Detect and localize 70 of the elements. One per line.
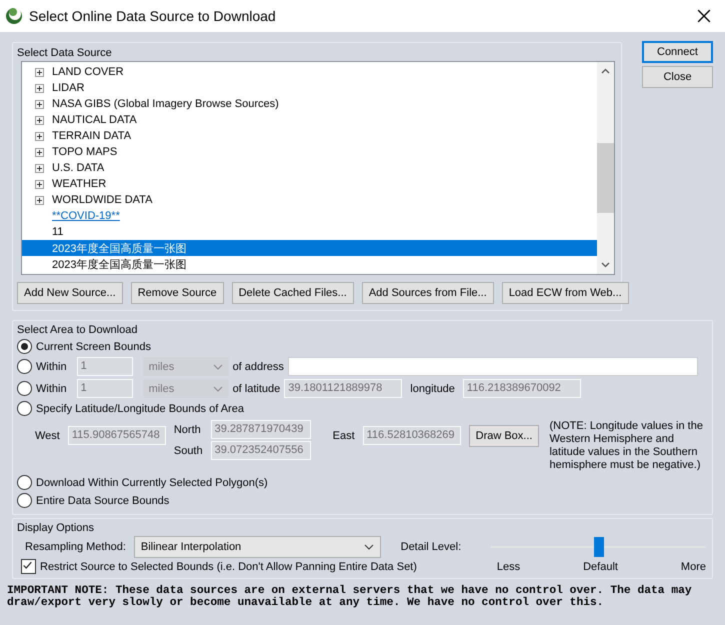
- list-item[interactable]: LAND COVER: [22, 64, 597, 80]
- action-button[interactable]: Load ECW from Web...: [502, 282, 629, 304]
- caret-icon: [364, 544, 374, 550]
- slider-thumb[interactable]: [594, 537, 604, 557]
- field-label: Detail Level:: [400, 541, 462, 553]
- expand-icon: [35, 164, 44, 172]
- scrollbar[interactable]: [597, 62, 614, 274]
- detail-slider[interactable]: [491, 537, 706, 557]
- note-text: (NOTE: Longitude values in the Western Hemisphere and latitude values in the Southern hemisphere must be negative.): [549, 420, 704, 472]
- scroll-down-icon: [601, 262, 610, 268]
- list-item[interactable]: U.S. DATA: [22, 160, 597, 176]
- option-label: Within: [36, 360, 67, 372]
- action-button[interactable]: Remove Source: [130, 282, 224, 304]
- list-item[interactable]: 11: [22, 224, 597, 240]
- important-note: IMPORTANT NOTE: These data sources are on external servers that we have no control over. The data may draw/export very slowly or become unavailable at any time. We have no control over this.: [7, 585, 693, 609]
- field-label: Resampling Method:: [25, 541, 126, 553]
- field-label: South: [174, 444, 203, 456]
- list-item[interactable]: TERRAIN DATA: [22, 128, 597, 144]
- resampling-dropdown[interactable]: Bilinear Interpolation: [134, 536, 381, 558]
- expand-icon: [35, 116, 44, 124]
- scroll-up-icon: [601, 68, 610, 74]
- slider-tick-label: Default: [583, 560, 618, 572]
- option-label: Current Screen Bounds: [36, 340, 151, 352]
- option-label: Entire Data Source Bounds: [36, 494, 170, 506]
- radio-button[interactable]: [17, 475, 32, 490]
- field-label: of latitude: [232, 382, 280, 394]
- radio-button[interactable]: [17, 339, 32, 354]
- expand-icon: [35, 68, 44, 76]
- expand-icon: [35, 180, 44, 188]
- action-button[interactable]: Add New Source...: [17, 282, 123, 304]
- slider-tick-label: Less: [496, 560, 520, 572]
- radio-button[interactable]: [17, 493, 32, 508]
- list-item[interactable]: WEATHER: [22, 176, 597, 192]
- group-title: Select Area to Download: [17, 324, 138, 336]
- list-item[interactable]: TOPO MAPS: [22, 144, 597, 160]
- slider-tick-label: More: [680, 560, 706, 572]
- expand-icon: [35, 196, 44, 204]
- dialog-button[interactable]: Connect: [642, 41, 713, 63]
- caret-icon: [212, 386, 223, 392]
- action-button[interactable]: Add Sources from File...: [362, 282, 494, 304]
- list-item[interactable]: **COVID-19**: [22, 208, 597, 224]
- expand-icon: [35, 84, 44, 92]
- caret-icon: [212, 364, 223, 370]
- expand-icon: [35, 100, 44, 108]
- checkbox-label: Restrict Source to Selected Bounds (i.e. Don't Allow Panning Entire Data Set): [40, 560, 417, 572]
- expand-icon: [35, 132, 44, 140]
- list-item[interactable]: WORLDWIDE DATA: [22, 192, 597, 208]
- checkmark-icon: [22, 560, 33, 571]
- action-button[interactable]: Delete Cached Files...: [232, 282, 354, 304]
- group-title: Select Data Source: [17, 47, 113, 59]
- list-item[interactable]: 2023年度全国高质量一张图: [22, 256, 597, 272]
- field-label: West: [35, 430, 60, 442]
- list-item[interactable]: LIDAR: [22, 80, 597, 96]
- dialog-button[interactable]: Close: [642, 66, 713, 88]
- option-label: Specify Latitude/Longitude Bounds of Area: [36, 402, 244, 414]
- app-logo-icon: [5, 7, 23, 25]
- list-item[interactable]: NAUTICAL DATA: [22, 112, 597, 128]
- list-item[interactable]: NASA GIBS (Global Imagery Browse Sources): [22, 96, 597, 112]
- field-label: East: [332, 430, 355, 442]
- field-label: North: [174, 424, 202, 436]
- window-title: Select Online Data Source to Download: [29, 8, 277, 24]
- field-label: of address: [232, 360, 284, 372]
- option-label: Download Within Currently Selected Polygon(s): [36, 476, 268, 488]
- list-item[interactable]: 2023年度全国高质量一张图: [22, 240, 597, 256]
- input-field[interactable]: [288, 357, 698, 376]
- restrict-checkbox[interactable]: [21, 559, 36, 574]
- option-label: Within: [36, 382, 67, 394]
- field-label: longitude: [410, 382, 455, 394]
- expand-icon: [35, 148, 44, 156]
- group-title: Display Options: [17, 522, 96, 534]
